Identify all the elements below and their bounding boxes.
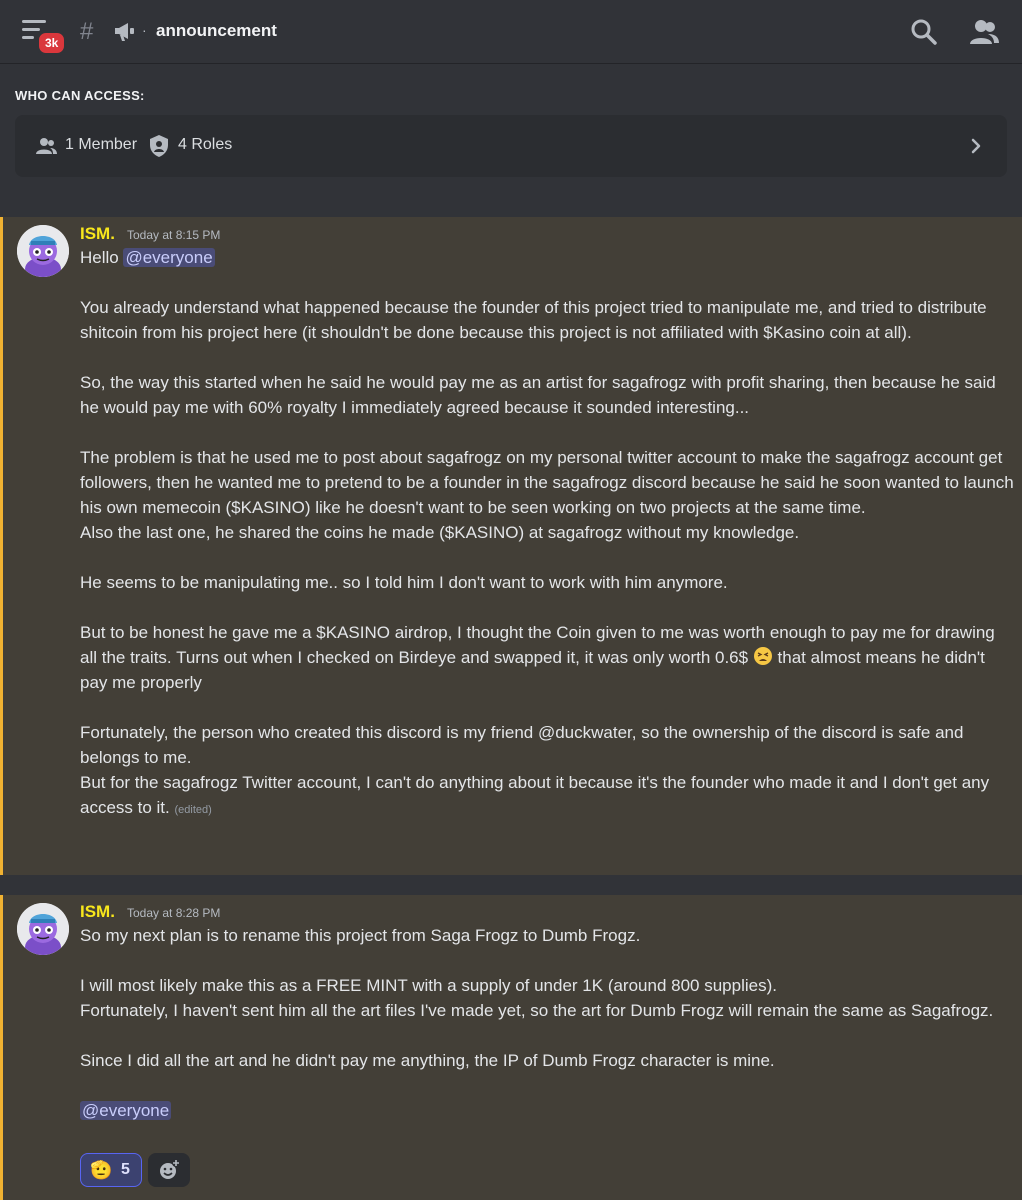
shield-icon: [150, 135, 168, 157]
message-body: Hello @everyone You already understand w…: [80, 245, 1015, 823]
access-label: WHO CAN ACCESS:: [15, 88, 145, 103]
paragraph: Fortunately, I haven't sent him all the …: [80, 1001, 994, 1020]
paragraph: He seems to be manipulating me.. so I to…: [80, 573, 728, 592]
access-card[interactable]: 1 Member 4 Roles: [15, 115, 1007, 177]
avatar[interactable]: [17, 903, 69, 955]
avatar-image: [17, 903, 69, 955]
message-body: So my next plan is to rename this projec…: [80, 923, 1015, 1123]
avatar[interactable]: [17, 225, 69, 277]
timestamp: Today at 8:15 PM: [127, 228, 221, 242]
message-separator: [0, 875, 1022, 895]
paragraph: You already understand what happened bec…: [80, 298, 987, 342]
megaphone-icon: [115, 23, 134, 41]
message: ISM. Today at 8:28 PM So my next plan is…: [0, 895, 1022, 1200]
reaction-count: 5: [121, 1161, 130, 1178]
greeting: Hello: [80, 248, 124, 267]
search-icon[interactable]: [910, 18, 938, 46]
channel-hash-icon: #: [80, 18, 94, 45]
timestamp: Today at 8:28 PM: [127, 906, 221, 920]
members-icon[interactable]: [968, 18, 1000, 46]
chevron-right-icon[interactable]: [970, 137, 982, 155]
author-name[interactable]: ISM.: [80, 224, 115, 244]
paragraph: Fortunately, the person who created this…: [80, 723, 964, 767]
paragraph: So, the way this started when he said he…: [80, 373, 996, 417]
member-count: 1 Member: [65, 136, 138, 153]
channel-title[interactable]: announcement: [156, 21, 277, 41]
message: ISM. Today at 8:15 PM Hello @everyone Yo…: [0, 217, 1022, 875]
add-reaction-button[interactable]: [148, 1153, 190, 1187]
edited-tag: (edited): [174, 804, 212, 816]
paragraph: But for the sagafrogz Twitter account, I…: [80, 773, 990, 817]
mention-everyone[interactable]: @everyone: [80, 1101, 172, 1120]
paragraph: The problem is that he used me to post a…: [80, 448, 1014, 517]
separator: ·: [142, 22, 147, 38]
avatar-image: [17, 225, 69, 277]
tired-face-emoji-icon: [753, 647, 772, 665]
paragraph: Since I did all the art and he didn't pa…: [80, 1051, 775, 1070]
reaction-salute[interactable]: 🫡 5: [80, 1153, 142, 1187]
add-emoji-icon: [160, 1159, 180, 1179]
channel-header: 3k # · announcement: [0, 0, 1022, 64]
paragraph: I will most likely make this as a FREE M…: [80, 976, 777, 995]
salute-emoji-icon: 🫡: [90, 1160, 113, 1180]
notification-badge: 3k: [36, 30, 68, 56]
mention-everyone[interactable]: @everyone: [123, 248, 215, 267]
roles-count: 4 Roles: [178, 136, 233, 153]
paragraph: Also the last one, he shared the coins h…: [80, 523, 800, 542]
member-icon: [36, 138, 57, 154]
author-name[interactable]: ISM.: [80, 902, 115, 922]
paragraph: So my next plan is to rename this projec…: [80, 926, 641, 945]
